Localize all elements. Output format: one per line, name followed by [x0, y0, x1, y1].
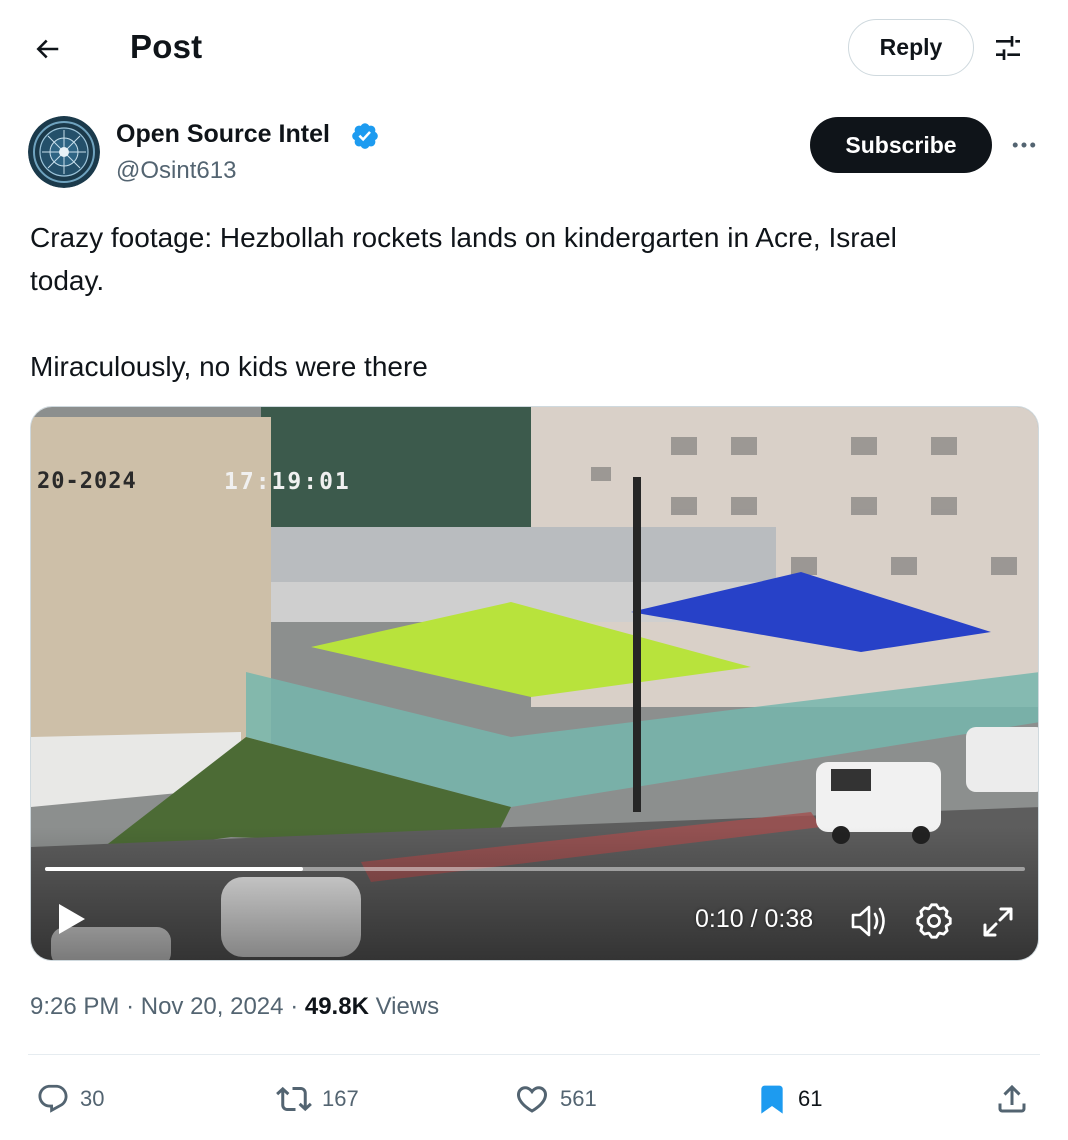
bookmark-action[interactable]: 61 — [756, 1076, 822, 1122]
like-count: 561 — [560, 1086, 597, 1111]
gear-icon — [916, 903, 952, 939]
play-button[interactable] — [51, 899, 91, 939]
back-button[interactable] — [24, 26, 70, 72]
camera-time-overlay: 17:19:01 — [224, 469, 351, 495]
post-date[interactable]: Nov 20, 2024 — [141, 993, 284, 1020]
meta-separator: · — [290, 993, 299, 1020]
sliders-icon — [996, 36, 1020, 60]
more-horizontal-icon — [1012, 142, 1036, 148]
fullscreen-button[interactable] — [979, 903, 1017, 941]
camera-date-overlay: 20-2024 — [37, 469, 137, 494]
video-progress-bar[interactable] — [45, 867, 1025, 871]
heart-icon — [516, 1086, 548, 1113]
post-time[interactable]: 9:26 PM — [30, 993, 119, 1020]
volume-icon — [851, 905, 885, 937]
video-progress-fill — [45, 867, 303, 871]
video-frame — [31, 407, 1038, 960]
play-icon — [59, 904, 85, 934]
bookmark-count: 61 — [798, 1086, 823, 1111]
more-button[interactable] — [1004, 128, 1044, 162]
video-time-display: 0:10 / 0:38 — [695, 905, 814, 933]
reply-button[interactable]: Reply — [848, 19, 974, 76]
tweet-text-line: today. — [30, 265, 105, 296]
share-icon — [998, 1084, 1026, 1113]
filter-button[interactable] — [986, 26, 1030, 70]
volume-button[interactable] — [849, 903, 889, 939]
video-player[interactable]: 20-2024 17:19:01 0:10 / 0:38 — [30, 406, 1039, 961]
page-title: Post — [130, 28, 203, 65]
fullscreen-icon — [983, 907, 1013, 937]
repost-count: 167 — [322, 1086, 359, 1111]
verified-badge-icon — [352, 123, 378, 149]
reply-action[interactable]: 30 — [36, 1076, 104, 1122]
reply-count: 30 — [80, 1086, 105, 1111]
arrow-left-icon — [36, 39, 59, 59]
subscribe-button[interactable]: Subscribe — [810, 117, 992, 173]
comment-icon — [38, 1084, 68, 1113]
author-name[interactable]: Open Source Intel — [116, 120, 330, 149]
avatar[interactable] — [28, 116, 100, 188]
post-meta: 9:26 PM · Nov 20, 2024 · 49.8K Views — [30, 993, 439, 1021]
tweet-text-line: Miraculously, no kids were there — [30, 351, 428, 382]
repost-icon — [276, 1086, 312, 1112]
tweet-text: Crazy footage: Hezbollah rockets lands o… — [30, 216, 1030, 388]
meta-separator: · — [126, 993, 135, 1020]
author-handle[interactable]: @Osint613 — [116, 157, 236, 185]
views-count: 49.8K — [304, 993, 369, 1020]
views-label: Views — [375, 993, 440, 1020]
osint-logo-icon — [28, 116, 100, 188]
bookmark-filled-icon — [761, 1085, 783, 1114]
tweet-text-line: Crazy footage: Hezbollah rockets lands o… — [30, 222, 897, 253]
share-action[interactable] — [994, 1076, 1030, 1122]
like-action[interactable]: 561 — [514, 1076, 597, 1122]
divider — [28, 1054, 1040, 1055]
repost-action[interactable]: 167 — [276, 1076, 359, 1122]
post-header: Post Reply — [0, 0, 1068, 96]
settings-button[interactable] — [915, 902, 953, 940]
